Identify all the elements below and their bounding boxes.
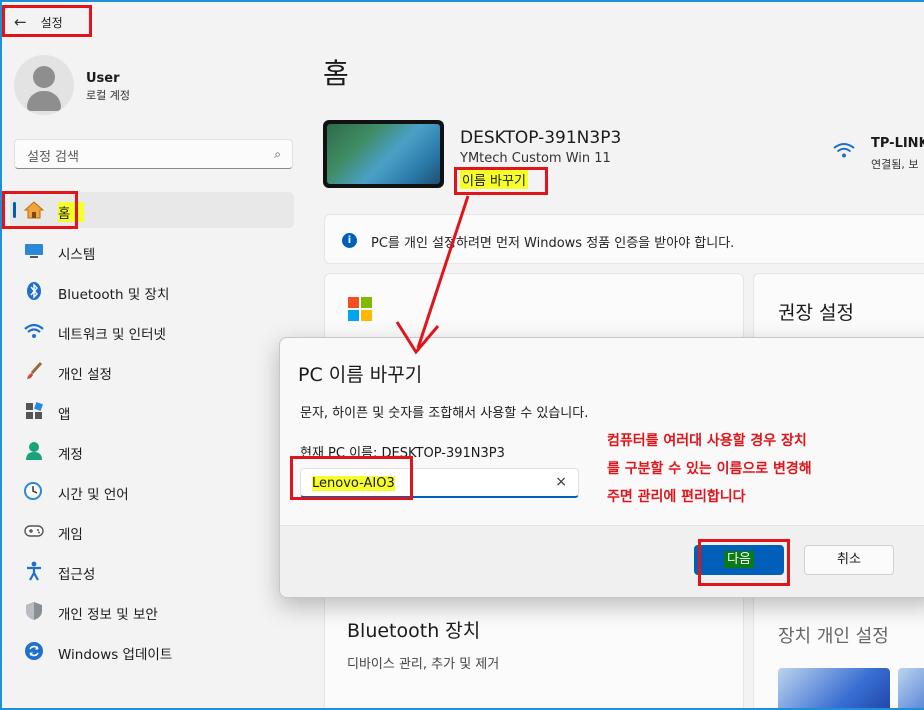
annotation-arrow [395, 195, 470, 355]
